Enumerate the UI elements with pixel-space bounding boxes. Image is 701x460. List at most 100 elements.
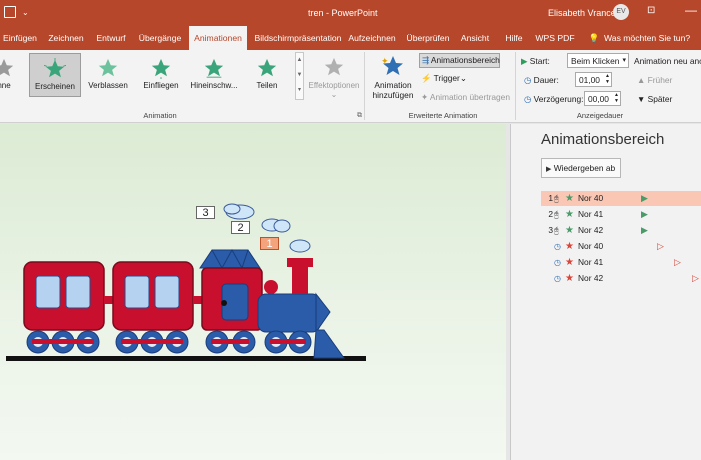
- avatar[interactable]: EV: [613, 4, 629, 20]
- delay-input[interactable]: 00,00 ▲ ▼: [584, 91, 621, 106]
- star-split-icon: [257, 58, 277, 77]
- spinner-icon[interactable]: ▲ ▼: [614, 92, 619, 104]
- tab-entwurf[interactable]: Entwurf: [94, 26, 128, 50]
- later-button[interactable]: ▼ Später: [637, 94, 672, 104]
- play-icon: ▶: [546, 166, 552, 173]
- earlier-button[interactable]: ▲ Früher: [637, 75, 672, 85]
- star-gray-icon: [0, 58, 14, 77]
- item-name: Nor 41: [578, 257, 604, 267]
- save-icon[interactable]: [4, 6, 16, 18]
- add-animation-star-icon: ✦: [381, 56, 403, 75]
- anim-label: Teilen: [256, 81, 278, 90]
- star-flyin-icon: [151, 58, 171, 79]
- timeline-bar-icon[interactable]: ▶: [641, 223, 648, 238]
- tab-einfuegen[interactable]: Einfügen: [2, 26, 38, 50]
- duration-value: 01,00: [579, 75, 600, 85]
- slide-canvas[interactable]: 3 2 1: [0, 124, 506, 460]
- tab-ansicht[interactable]: Ansicht: [458, 26, 492, 50]
- tab-hilfe[interactable]: Hilfe: [502, 26, 526, 50]
- qat-dropdown-icon[interactable]: ⌄: [22, 8, 29, 17]
- item-name: Nor 40: [578, 241, 604, 251]
- tab-ueberpruefen[interactable]: Überprüfen: [405, 26, 451, 50]
- arrow-up-icon: ▲: [637, 75, 646, 85]
- train-illustration[interactable]: [0, 124, 506, 460]
- rail-track: [6, 356, 366, 361]
- animation-painter-label: Animation übertragen: [429, 92, 510, 102]
- tab-animationen[interactable]: Animationen: [189, 26, 247, 50]
- clock-icon: ◷: [554, 274, 561, 283]
- effect-options-button[interactable]: Effektoptionen ⌄: [308, 53, 360, 103]
- anim-label: Hineinschw...: [190, 81, 238, 90]
- animation-list-item[interactable]: 1 🖰 ★ Nor 40 ▶: [541, 191, 701, 206]
- start-select[interactable]: Beim Klicken ▾: [567, 53, 629, 68]
- clock-icon: ◷: [524, 94, 532, 104]
- anim-label: Verblassen: [88, 81, 128, 90]
- timeline-bar-icon[interactable]: ▷: [657, 239, 664, 254]
- tab-aufzeichnen[interactable]: Aufzeichnen: [348, 26, 396, 50]
- duration-label-text: Dauer:: [533, 75, 559, 85]
- duration-input[interactable]: 01,00 ▲ ▼: [575, 72, 612, 87]
- timeline-bar-icon[interactable]: ▷: [692, 271, 699, 286]
- animation-pane: Animationsbereich ▶ Wiedergeben ab 1 🖰 ★ No…: [510, 124, 701, 460]
- entrance-star-icon: ★: [565, 209, 574, 220]
- anim-teilen[interactable]: Teilen: [241, 53, 293, 97]
- ribbon-tabs: Einfügen Zeichnen Entwurf Übergänge Anim…: [0, 26, 701, 50]
- item-number: 1: [548, 193, 553, 203]
- timeline-bar-icon[interactable]: ▶: [641, 191, 648, 206]
- tab-zeichnen[interactable]: Zeichnen: [47, 26, 85, 50]
- exit-star-icon: ★: [565, 257, 574, 268]
- chevron-down-icon: ⌄: [330, 90, 338, 99]
- add-animation-button[interactable]: ✦ Animation hinzufügen: [368, 53, 418, 107]
- animation-list-item[interactable]: 2 🖰 ★ Nor 41 ▶: [541, 207, 701, 222]
- animation-list-item[interactable]: 3 🖰 ★ Nor 42 ▶: [541, 223, 701, 238]
- animation-list-item[interactable]: ◷ ★ Nor 42 ▷: [541, 271, 701, 286]
- tab-uebergaenge[interactable]: Übergänge: [137, 26, 183, 50]
- anim-verblassen[interactable]: Verblassen: [82, 53, 134, 97]
- duration-label: ◷ Dauer:: [524, 75, 559, 85]
- star-fade-icon: [98, 58, 118, 77]
- user-name[interactable]: Elisabeth Vrancea: [548, 8, 621, 18]
- painter-icon: ✦: [421, 92, 429, 102]
- lightbulb-icon: 💡: [588, 33, 600, 43]
- mouse-click-icon: 🖰: [554, 226, 559, 235]
- anim-erscheinen[interactable]: Erscheinen: [29, 53, 81, 97]
- clock-icon: ◷: [524, 75, 532, 85]
- anim-none[interactable]: nne: [0, 53, 30, 97]
- gallery-scroll[interactable]: ▲ ▼ ▾: [295, 52, 304, 100]
- tell-me-search[interactable]: Was möchten Sie tun?: [604, 26, 699, 50]
- svg-text:✦: ✦: [381, 57, 389, 67]
- minimize-icon[interactable]: —: [685, 3, 697, 17]
- animation-marker-3[interactable]: 3: [196, 206, 215, 219]
- play-from-label: Wiedergeben ab: [553, 163, 616, 173]
- trigger-label: Trigger: [433, 73, 460, 83]
- arrow-down-icon: ▼: [637, 94, 646, 104]
- dialog-launcher-icon[interactable]: ⧉: [357, 112, 362, 120]
- mouse-click-icon: 🖰: [554, 194, 559, 203]
- animation-painter-button[interactable]: ✦ Animation übertragen: [421, 92, 510, 102]
- delay-value: 00,00: [588, 94, 609, 104]
- animation-marker-2[interactable]: 2: [231, 221, 250, 234]
- effect-options-label: Effektoptionen: [308, 81, 360, 90]
- timeline-bar-icon[interactable]: ▶: [641, 207, 648, 222]
- item-name: Nor 42: [578, 225, 604, 235]
- animation-pane-button[interactable]: ⇶ Animationsbereich: [419, 53, 500, 68]
- anim-label: Erscheinen: [34, 82, 76, 91]
- entrance-star-icon: ★: [565, 193, 574, 204]
- clock-icon: ◷: [554, 258, 561, 267]
- trigger-button[interactable]: ⚡ Trigger⌄: [421, 73, 467, 84]
- add-animation-label-1: Animation: [374, 80, 412, 90]
- animation-list-item[interactable]: ◷ ★ Nor 40 ▷: [541, 239, 701, 254]
- timeline-bar-icon[interactable]: ▷: [674, 255, 681, 270]
- animation-marker-1[interactable]: 1: [260, 237, 279, 250]
- ribbon-display-icon[interactable]: ⊡: [647, 5, 655, 16]
- start-value: Beim Klicken: [571, 56, 620, 66]
- anim-einfliegen[interactable]: Einfliegen: [135, 53, 187, 97]
- anim-hineinschweben[interactable]: Hineinschw...: [188, 53, 240, 97]
- play-from-button[interactable]: ▶ Wiedergeben ab: [541, 158, 621, 178]
- group-divider: [364, 52, 365, 120]
- effect-options-star-icon: [324, 57, 344, 76]
- tab-bildschirmpraesentation[interactable]: Bildschirmpräsentation: [253, 26, 343, 50]
- spinner-icon[interactable]: ▲ ▼: [605, 73, 610, 85]
- tab-wps-pdf[interactable]: WPS PDF: [535, 26, 575, 50]
- animation-list-item[interactable]: ◷ ★ Nor 41 ▷: [541, 255, 701, 270]
